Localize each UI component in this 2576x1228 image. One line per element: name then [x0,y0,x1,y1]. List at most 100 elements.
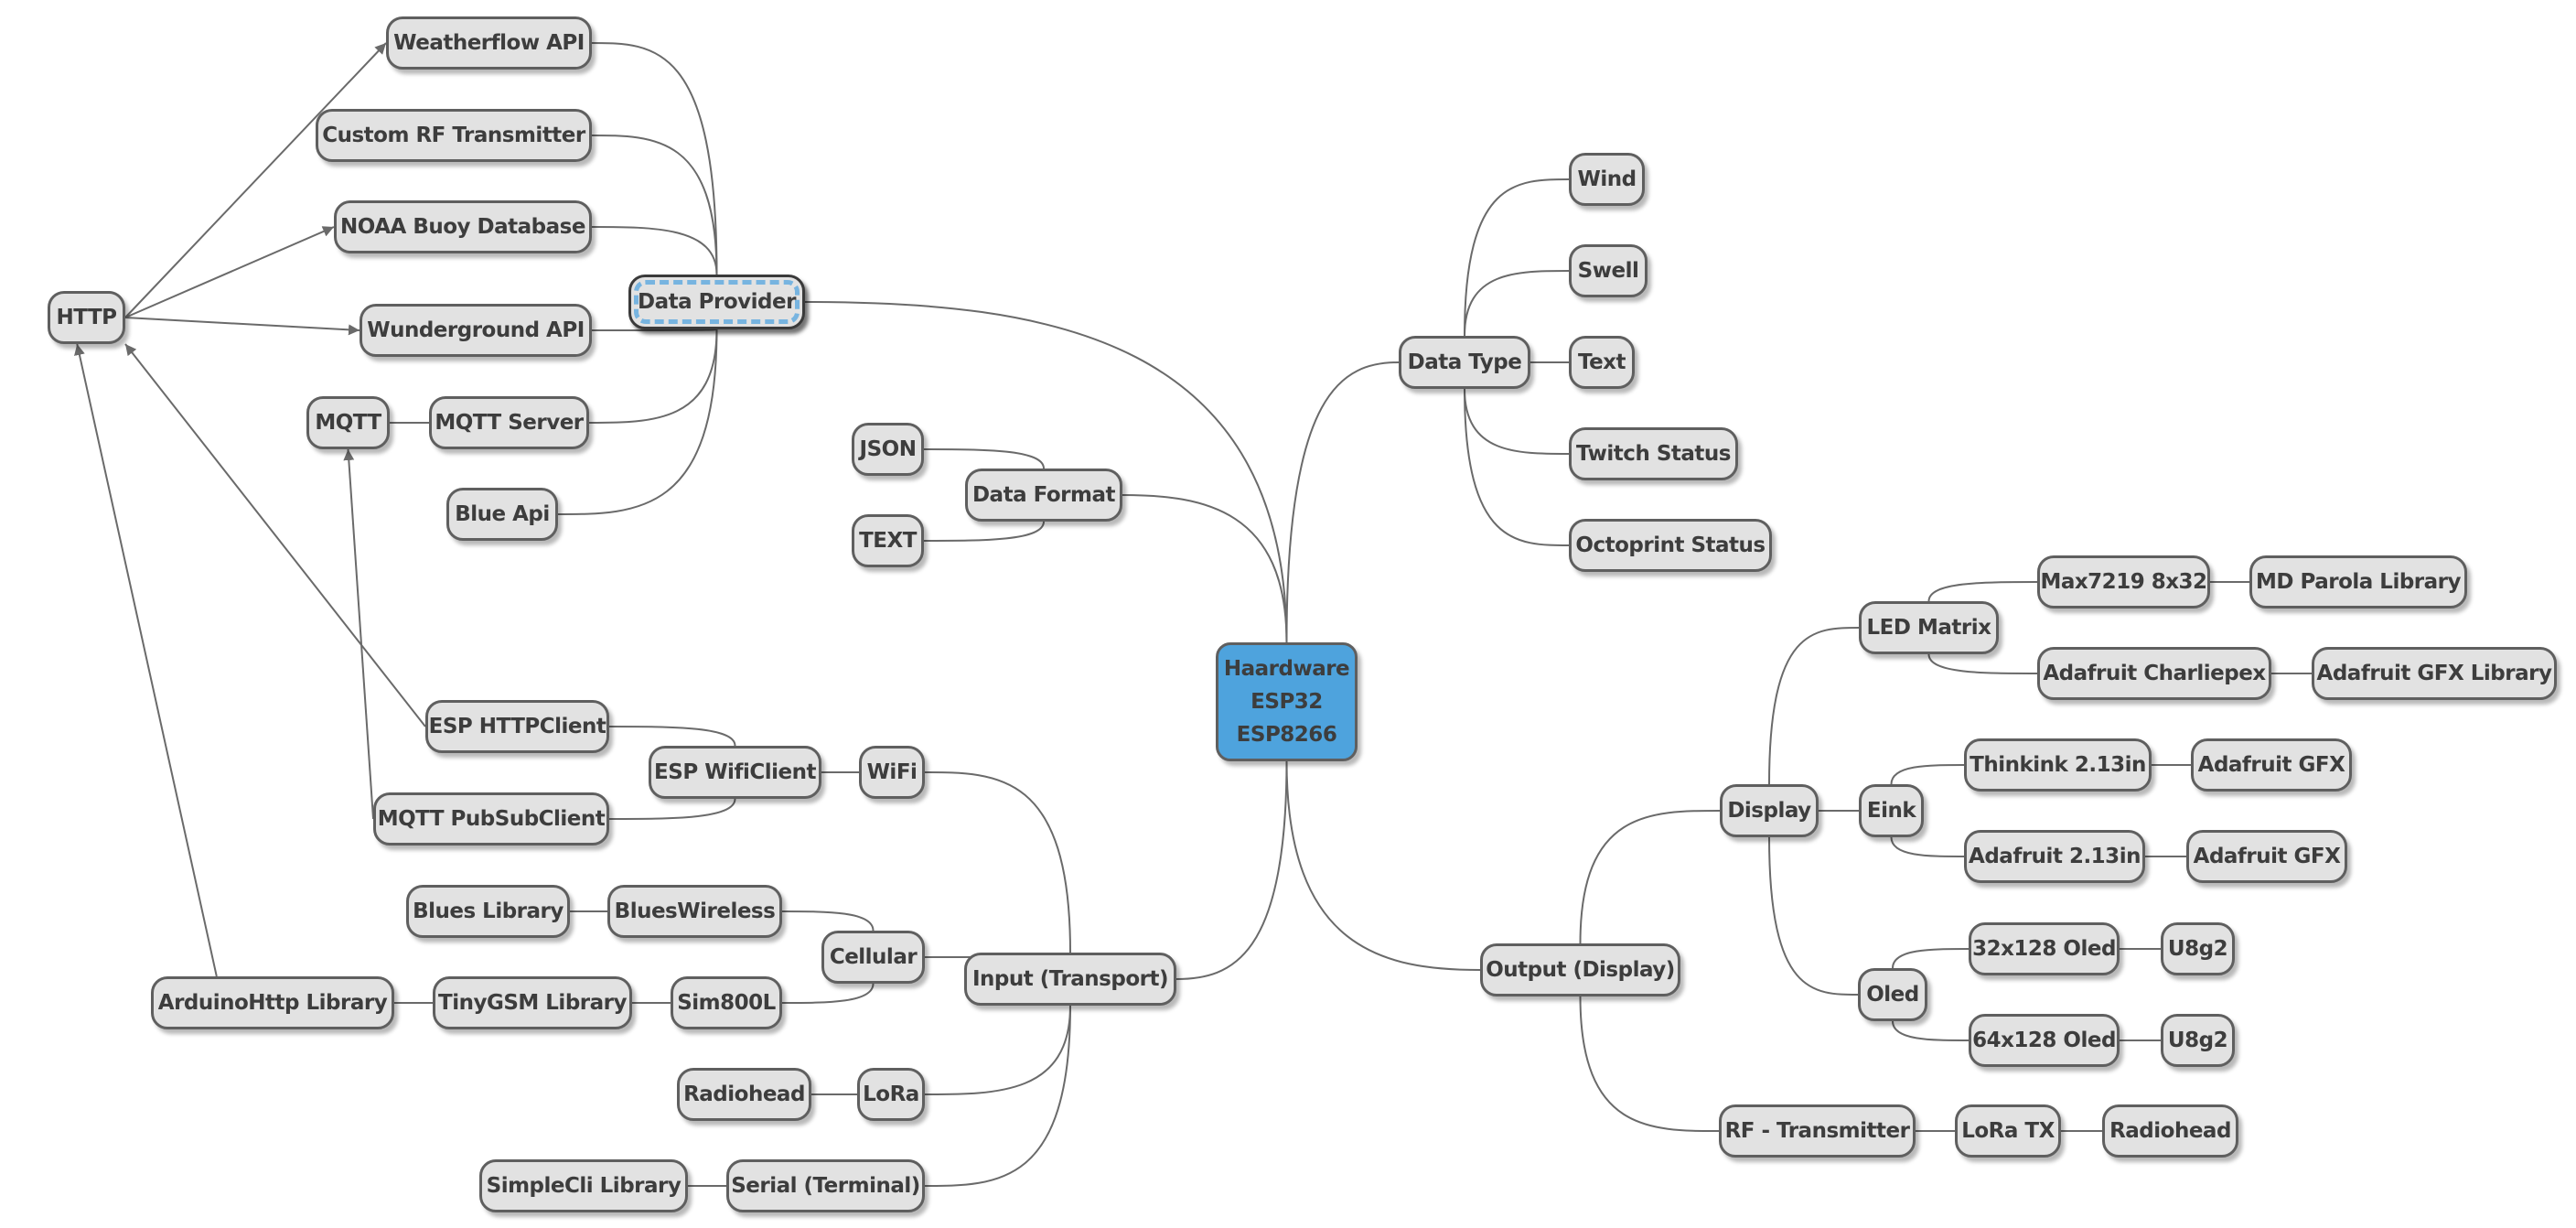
connector-display-led_matrix [1768,627,1860,785]
node-label: Radiohead [2109,1119,2231,1143]
node-label: Max7219 8x32 [2040,570,2207,594]
node-text-format[interactable]: TEXT [852,514,924,567]
node-label: Data Provider [638,290,796,314]
connector-oled-oled_32 [1892,948,1970,969]
node-label: Input (Transport) [972,967,1169,991]
node-octoprint-status[interactable]: Octoprint Status [1569,519,1772,572]
node-md-parola-library[interactable]: MD Parola Library [2249,555,2467,609]
node-data-type[interactable]: Data Type [1399,336,1530,389]
node-wunderground-api[interactable]: Wunderground API [360,304,592,357]
mind-map-canvas: Haardware ESP32 ESP8266 Data Provider We… [0,0,2576,1228]
root-line-2: ESP32 [1250,690,1323,714]
node-lora[interactable]: LoRa [857,1068,925,1121]
node-label: Data Type [1407,350,1522,374]
node-twitch-status[interactable]: Twitch Status [1569,427,1738,480]
connector-data_format-text_fmt [923,521,1045,542]
connector-led_matrix-max7219 [1927,581,2038,602]
node-tinygsm-library[interactable]: TinyGSM Library [433,976,632,1029]
connector-data_type-twitch [1464,388,1570,455]
arrow-http-to-noaa [124,226,335,318]
connector-data_type-swell [1464,270,1570,337]
node-blue-api[interactable]: Blue Api [446,488,558,541]
node-u8g2[interactable]: U8g2 [2161,1014,2235,1067]
node-http[interactable]: HTTP [48,291,125,344]
connector-data_type-octoprint [1464,388,1570,546]
node-u8g2[interactable]: U8g2 [2161,922,2235,975]
node-oled[interactable]: Oled [1858,968,1927,1021]
node-data-provider[interactable]: Data Provider [628,275,805,329]
node-led-matrix[interactable]: LED Matrix [1859,601,1999,654]
node-label: 32x128 Oled [1972,937,2116,961]
connector-root-input [1175,760,1288,980]
node-label: ArduinoHttp Library [157,991,388,1015]
node-64x128-oled[interactable]: 64x128 Oled [1969,1014,2120,1067]
node-blues-library[interactable]: Blues Library [406,885,570,938]
root-line-3: ESP8266 [1236,723,1337,747]
node-data-format[interactable]: Data Format [965,469,1122,522]
node-text[interactable]: Text [1569,336,1635,389]
connector-output-rf_tx [1579,996,1720,1132]
node-swell[interactable]: Swell [1569,244,1648,297]
connector-root-data_format [1122,494,1288,643]
node-32x128-oled[interactable]: 32x128 Oled [1969,922,2120,975]
connector-data_provider-weatherflow [591,42,718,275]
node-noaa-buoy-database[interactable]: NOAA Buoy Database [334,200,592,253]
node-max7219[interactable]: Max7219 8x32 [2037,555,2210,609]
node-esp-wificlient[interactable]: ESP WifiClient [649,746,821,799]
node-input-transport[interactable]: Input (Transport) [964,953,1176,1006]
node-adafruit-gfx[interactable]: Adafruit GFX [2186,830,2347,883]
node-label: Blues Library [413,899,564,923]
node-serial-terminal[interactable]: Serial (Terminal) [726,1159,925,1212]
connector-data_provider-mqtt_server [588,329,718,424]
connector-cellular-sim800l [781,983,875,1004]
node-radiohead[interactable]: Radiohead [677,1068,811,1121]
node-arduinohttp-library[interactable]: ArduinoHttp Library [151,976,394,1029]
node-label: ESP HTTPClient [428,715,606,738]
connector-root-output [1285,760,1481,971]
node-label: WiFi [866,760,918,784]
node-display[interactable]: Display [1720,784,1819,837]
connector-input-serial [924,1005,1071,1187]
node-simplecli-library[interactable]: SimpleCli Library [479,1159,688,1212]
connector-data_provider-custom_rf [591,135,718,275]
node-mqtt-pubsubclient[interactable]: MQTT PubSubClient [373,792,609,846]
node-label: Custom RF Transmitter [322,124,585,147]
node-adafruit-gfx[interactable]: Adafruit GFX [2191,738,2352,792]
node-sim800l[interactable]: Sim800L [671,976,782,1029]
node-adafruit-2-13in[interactable]: Adafruit 2.13in [1964,830,2145,883]
connector-data_provider-wunderground [591,329,718,331]
node-mqtt-server[interactable]: MQTT Server [429,396,589,449]
node-blueswireless[interactable]: BluesWireless [607,885,782,938]
node-lora-tx[interactable]: LoRa TX [1955,1104,2061,1158]
arrow-arduinohttp-to-http [74,343,218,977]
node-label: Display [1727,799,1811,823]
root-node-hardware[interactable]: Haardware ESP32 ESP8266 [1216,642,1358,761]
node-wind[interactable]: Wind [1569,153,1645,206]
node-json[interactable]: JSON [852,423,924,476]
node-esp-httpclient[interactable]: ESP HTTPClient [425,700,609,753]
node-radiohead[interactable]: Radiohead [2102,1104,2238,1158]
node-label: Eink [1866,799,1916,823]
node-label: Adafruit Charliepex [2043,662,2266,685]
node-adafruit-gfx-library[interactable]: Adafruit GFX Library [2312,647,2557,700]
node-custom-rf-transmitter[interactable]: Custom RF Transmitter [316,109,592,162]
node-rf-transmitter[interactable]: RF - Transmitter [1719,1104,1916,1158]
node-label: Wind [1577,167,1637,191]
node-thinkink[interactable]: Thinkink 2.13in [1964,738,2152,792]
connector-data_type-wind [1464,178,1570,337]
node-weatherflow-api[interactable]: Weatherflow API [386,16,592,70]
node-eink[interactable]: Eink [1859,784,1924,837]
node-label: Serial (Terminal) [731,1174,920,1198]
node-label: Cellular [829,945,918,969]
node-adafruit-charliepex[interactable]: Adafruit Charliepex [2037,647,2271,700]
node-mqtt[interactable]: MQTT [306,396,390,449]
node-label: Adafruit GFX [2197,753,2345,777]
node-label: MQTT Server [435,411,584,435]
node-output-display[interactable]: Output (Display) [1480,943,1680,996]
node-wifi[interactable]: WiFi [859,746,925,799]
connector-eink-thinkink [1890,764,1965,785]
node-label: ESP WifiClient [654,760,816,784]
connector-input-lora [924,1005,1071,1095]
connector-eink-adafruit_213 [1890,836,1965,857]
node-cellular[interactable]: Cellular [821,931,925,984]
